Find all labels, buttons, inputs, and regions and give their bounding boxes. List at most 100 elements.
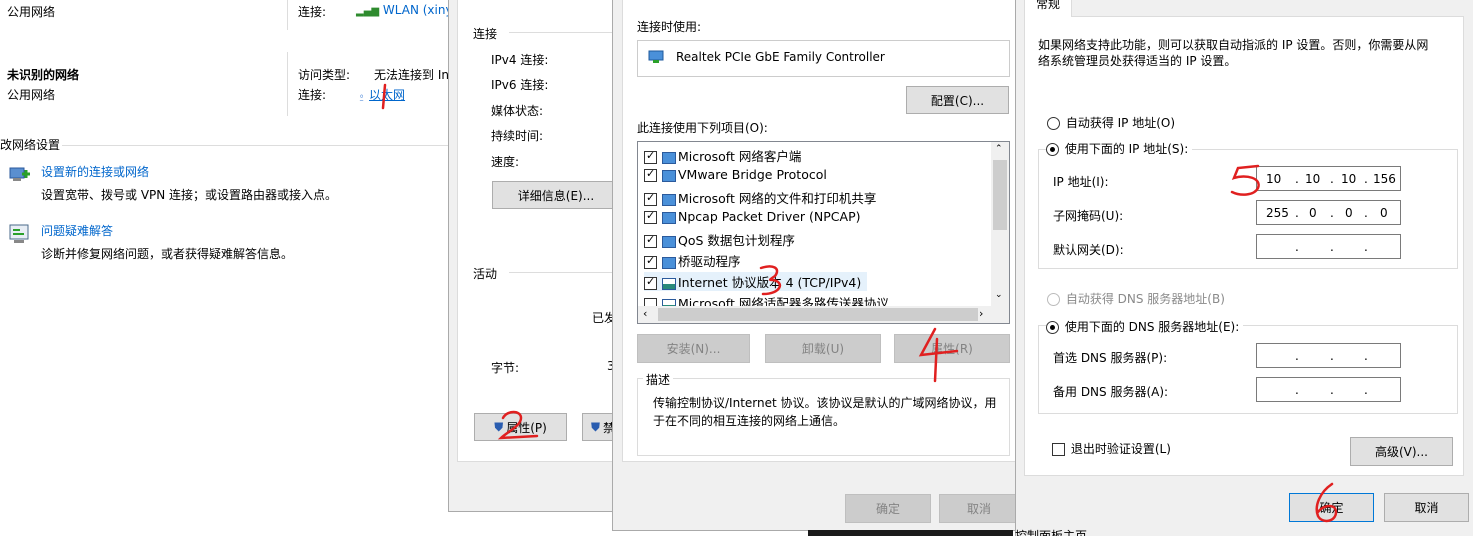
unknown-network-title: 未识别的网络 — [7, 68, 80, 82]
component-list-item[interactable]: Microsoft 网络客户端 — [644, 146, 801, 165]
component-list-item[interactable]: Npcap Packet Driver (NPCAP) — [644, 209, 861, 224]
connect-using-label: 连接时使用: — [637, 20, 702, 34]
annotation-1 — [381, 83, 387, 110]
speed-label: 速度: — [491, 155, 520, 169]
network-setup-icon — [8, 162, 32, 186]
component-list-item[interactable]: VMware Bridge Protocol — [644, 167, 827, 182]
connection-label: 连接: — [298, 5, 327, 19]
scroll-right-icon[interactable]: › — [979, 307, 983, 320]
component-checkbox[interactable] — [644, 149, 657, 164]
wifi-signal-icon: ▂▄▆ — [356, 6, 380, 17]
adapter-box: Realtek PCIe GbE Family Controller — [637, 40, 1010, 77]
ipv6-connectivity-label: IPv6 连接: — [491, 78, 549, 92]
bytes-label: 字节: — [491, 361, 520, 375]
component-list-item[interactable]: QoS 数据包计划程序 — [644, 230, 795, 249]
vertical-scrollbar[interactable]: ⌃ ⌄ — [991, 142, 1009, 307]
intro-line-2: 络系统管理员处获得适当的 IP 设置。 — [1038, 54, 1237, 68]
access-type-value: 无法连接到 In — [374, 68, 449, 82]
wlan-link[interactable]: ▂▄▆ WLAN (xinyu — [356, 3, 460, 17]
alternate-dns-label: 备用 DNS 服务器(A): — [1053, 385, 1169, 399]
control-panel-home-partial: 控制面板主页 — [1015, 529, 1088, 536]
component-label: 桥驱动程序 — [678, 254, 741, 269]
annotation-6 — [1315, 482, 1338, 523]
description-line-1: 传输控制协议/Internet 协议。该协议是默认的广域网络协议，用 — [653, 396, 997, 410]
component-checkbox[interactable] — [644, 191, 657, 206]
advanced-button[interactable]: 高级(V)... — [1350, 437, 1453, 466]
preferred-dns-label: 首选 DNS 服务器(P): — [1053, 351, 1168, 365]
scroll-h-thumb[interactable] — [658, 308, 978, 321]
component-label: VMware Bridge Protocol — [678, 167, 827, 182]
component-checkbox[interactable] — [644, 233, 657, 248]
ip-address-label: IP 地址(I): — [1053, 175, 1109, 189]
activity-section-header: 活动 — [473, 267, 498, 281]
scroll-left-icon[interactable]: ‹ — [643, 307, 647, 320]
gateway-input[interactable]: ... — [1256, 234, 1401, 259]
component-checkbox[interactable] — [644, 167, 657, 182]
auto-dns-radio[interactable] — [1047, 293, 1060, 306]
ipv4-cancel-button[interactable]: 取消 — [1384, 493, 1469, 522]
network-component-icon — [662, 211, 676, 224]
duration-label: 持续时间: — [491, 129, 544, 143]
items-label: 此连接使用下列项目(O): — [637, 121, 768, 135]
gateway-label: 默认网关(D): — [1053, 243, 1124, 257]
auto-dns-option[interactable]: 自动获得 DNS 服务器地址(B) — [1047, 290, 1225, 307]
description-title: 描述 — [643, 371, 674, 388]
component-label: QoS 数据包计划程序 — [678, 233, 795, 248]
horizontal-scrollbar[interactable]: ‹ › — [638, 306, 1009, 323]
alternate-dns-input[interactable]: ... — [1256, 377, 1401, 402]
network-component-icon — [662, 193, 676, 206]
auto-ip-radio[interactable] — [1047, 117, 1060, 130]
auto-ip-option[interactable]: 自动获得 IP 地址(O) — [1047, 114, 1175, 131]
media-state-label: 媒体状态: — [491, 104, 544, 118]
tab-general[interactable]: 常规 — [1024, 0, 1072, 17]
scroll-down-icon[interactable]: ⌄ — [995, 290, 1003, 300]
network1-type: 公用网络 — [7, 5, 56, 19]
scroll-up-icon[interactable]: ⌃ — [995, 144, 1003, 154]
subnet-mask-label: 子网掩码(U): — [1053, 209, 1124, 223]
ethernet-icon: ⍛ — [358, 88, 366, 102]
network-component-icon — [662, 277, 676, 290]
manual-ip-radio[interactable] — [1046, 143, 1059, 156]
validate-option[interactable]: 退出时验证设置(L) — [1052, 440, 1171, 457]
uninstall-button[interactable]: 卸载(U) — [765, 334, 881, 363]
subnet-mask-input[interactable]: 255. 0. 0. 0 — [1256, 200, 1401, 225]
connection-label-2: 连接: — [298, 88, 327, 102]
annotation-2 — [497, 410, 539, 440]
troubleshoot-link[interactable]: 问题疑难解答 — [41, 222, 113, 239]
components-list[interactable]: Microsoft 网络客户端 VMware Bridge Protocol Mic… — [637, 141, 1010, 324]
manual-dns-radio[interactable] — [1046, 321, 1059, 334]
setup-new-connection-link[interactable]: 设置新的连接或网络 — [41, 163, 149, 180]
scroll-thumb[interactable] — [993, 160, 1007, 230]
details-button[interactable]: 详细信息(E)... — [492, 181, 620, 209]
manual-ip-option[interactable]: 使用下面的 IP 地址(S): — [1046, 140, 1193, 157]
access-type-label: 访问类型: — [298, 68, 351, 82]
ipv4-properties-dialog: 常规 如果网络支持此功能，则可以获取自动指派的 IP 设置。否则，你需要从网 络… — [1015, 0, 1473, 536]
network2-type: 公用网络 — [7, 88, 56, 102]
configure-button[interactable]: 配置(C)... — [906, 86, 1009, 114]
component-checkbox[interactable] — [644, 254, 657, 269]
properties-cancel-button[interactable]: 取消 — [939, 494, 1019, 523]
properties-ok-button[interactable]: 确定 — [845, 494, 931, 523]
component-checkbox[interactable] — [644, 275, 657, 290]
change-settings-header: 改网络设置 — [0, 138, 61, 152]
network-component-icon — [662, 256, 676, 269]
description-line-2: 于在不同的相互连接的网络上通信。 — [653, 414, 846, 428]
troubleshoot-description: 诊断并修复网络问题，或者获得疑难解答信息。 — [41, 247, 294, 261]
component-list-item[interactable]: 桥驱动程序 — [644, 251, 741, 270]
ip-address-input[interactable]: 10. 10. 10. 156 — [1256, 166, 1401, 191]
preferred-dns-input[interactable]: ... — [1256, 343, 1401, 368]
ipv4-connectivity-label: IPv4 连接: — [491, 53, 549, 67]
install-button[interactable]: 安装(N)... — [637, 334, 750, 363]
connection-section-header: 连接 — [473, 27, 498, 41]
manual-dns-option[interactable]: 使用下面的 DNS 服务器地址(E): — [1046, 318, 1244, 335]
setup-description: 设置宽带、拨号或 VPN 连接；或设置路由器或接入点。 — [41, 188, 338, 202]
annotation-3 — [759, 265, 782, 296]
component-list-item[interactable]: Microsoft 网络的文件和打印机共享 — [644, 188, 876, 207]
component-checkbox[interactable] — [644, 209, 657, 224]
uac-shield-icon-2: ⛊ — [591, 419, 601, 434]
background-window-strip — [808, 530, 1013, 536]
validate-checkbox[interactable] — [1052, 443, 1065, 456]
component-label: Microsoft 网络客户端 — [678, 149, 802, 164]
component-label: Microsoft 网络的文件和打印机共享 — [678, 191, 877, 206]
ethernet-properties-dialog: 连接时使用: Realtek PCIe GbE Family Controlle… — [612, 0, 1022, 531]
